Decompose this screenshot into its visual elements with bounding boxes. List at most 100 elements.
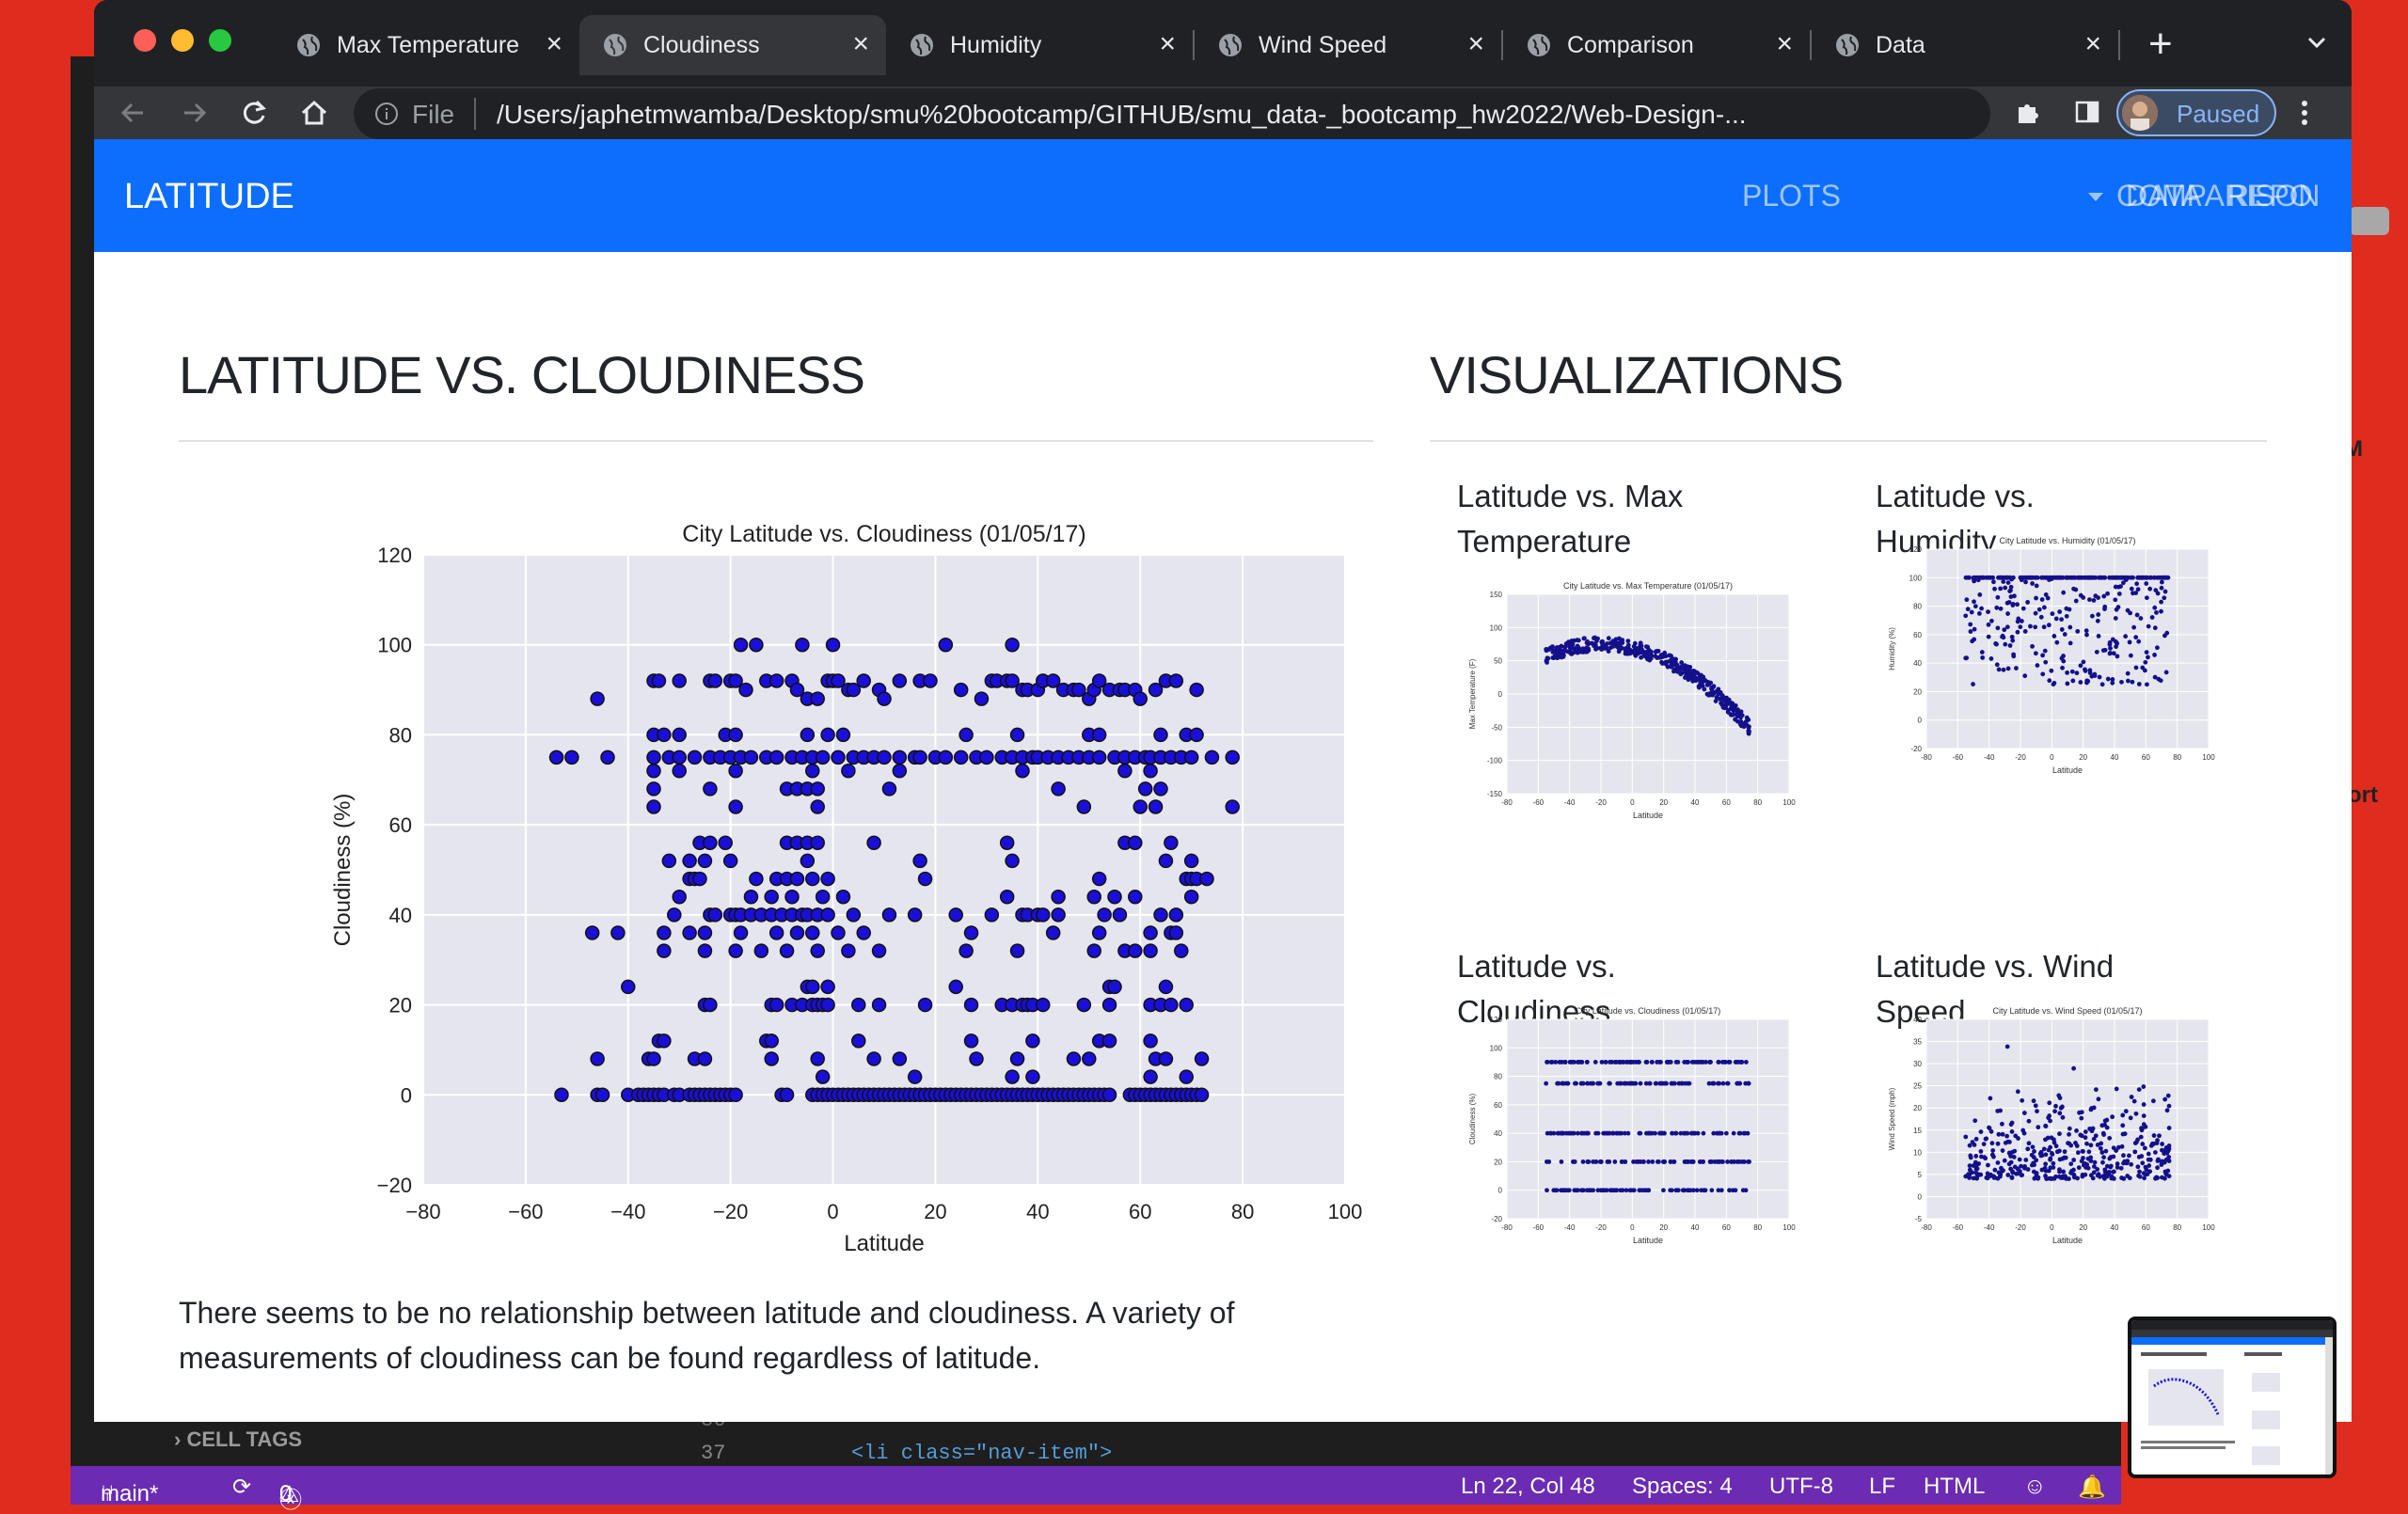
close-tab-icon[interactable]: ×	[1776, 28, 1793, 60]
close-tab-icon[interactable]: ×	[1467, 28, 1484, 60]
thumb-point	[2083, 668, 2088, 673]
cloudiness-thumbnail[interactable]: City Latitude vs. Cloudiness (01/05/17) 1…	[1460, 999, 1883, 1285]
language-status[interactable]: HTML	[1924, 1474, 1985, 1500]
new-tab-button[interactable]: +	[2148, 21, 2173, 68]
nav-data[interactable]: DATA	[2126, 179, 2202, 213]
tab-search-chevron-icon[interactable]	[2305, 30, 2329, 55]
data-point	[1168, 907, 1184, 923]
thumb-point	[2079, 1110, 2084, 1115]
tab-label: Max Temperature	[337, 32, 520, 58]
tab-data[interactable]: Data ×	[1812, 15, 2120, 75]
thumb-point	[2113, 597, 2118, 603]
data-point	[1009, 943, 1025, 958]
address-bar[interactable]: File /Users/japhetmwamba/Desktop/smu%20b…	[354, 88, 2212, 139]
feedback-icon[interactable]: ☺	[2023, 1474, 2047, 1500]
reload-icon[interactable]	[233, 92, 275, 134]
thumb-point	[2162, 1096, 2168, 1102]
indentation-status[interactable]: Spaces: 4	[1632, 1474, 1733, 1500]
minimize-window-button[interactable]	[171, 29, 194, 52]
sync-icon[interactable]: ⟳	[232, 1474, 251, 1501]
data-point	[728, 943, 743, 958]
nav-repo[interactable]: REPO	[2227, 179, 2313, 213]
thumb-point	[2015, 1089, 2020, 1095]
thumb-point	[1638, 1130, 1643, 1136]
max-temperature-thumbnail[interactable]: City Latitude vs. Max Temperature (01/05…	[1460, 574, 1883, 860]
data-point	[1051, 781, 1066, 796]
thumb-point	[2035, 1109, 2039, 1114]
home-icon[interactable]	[293, 92, 335, 134]
humidity-thumbnail[interactable]: City Latitude vs. Humidity (01/05/17) 120…	[1879, 528, 2303, 814]
close-tab-icon[interactable]: ×	[546, 28, 562, 60]
maximize-window-button[interactable]	[209, 29, 231, 52]
encoding-status[interactable]: UTF-8	[1769, 1474, 1833, 1500]
dropdown-caret-icon[interactable]	[2088, 193, 2103, 201]
nav-plots-dropdown[interactable]: PLOTS	[1742, 179, 1841, 213]
data-point	[1194, 1051, 1210, 1066]
thumb-point	[1576, 638, 1581, 643]
thumb-point	[2123, 1109, 2129, 1114]
y-tick-label: −20	[377, 1174, 412, 1197]
close-tab-icon[interactable]: ×	[2084, 28, 2101, 60]
thumb-point	[2040, 671, 2046, 677]
data-point	[953, 682, 969, 698]
data-point	[1143, 1033, 1158, 1049]
kebab-menu-icon[interactable]	[2299, 98, 2310, 128]
thumb-point	[2034, 595, 2038, 601]
close-tab-icon[interactable]: ×	[1159, 28, 1176, 60]
tab-comparison[interactable]: Comparison ×	[1503, 15, 1812, 75]
globe-icon	[604, 34, 626, 56]
thumb-point	[2140, 1142, 2146, 1146]
thumb-point	[2062, 632, 2067, 637]
thumb-point	[2152, 625, 2158, 631]
thumb-x-tick: -40	[1564, 1223, 1576, 1232]
browser-window: Max Temperature × Cloudiness × Humidity …	[94, 0, 2352, 1422]
eol-status[interactable]: LF	[1869, 1474, 1895, 1500]
wind-speed-thumbnail[interactable]: City Latitude vs. Wind Speed (01/05/17) 4…	[1879, 999, 2303, 1285]
tab-wind-speed[interactable]: Wind Speed ×	[1195, 15, 1503, 75]
bell-icon[interactable]: 🔔	[2078, 1474, 2106, 1501]
cursor-position[interactable]: Ln 22, Col 48	[1461, 1474, 1595, 1500]
thumb-point	[1724, 701, 1729, 706]
cell-tags-section[interactable]: › CELL TAGS	[174, 1427, 302, 1452]
thumb-point	[1709, 685, 1714, 690]
url-text[interactable]: /Users/japhetmwamba/Desktop/smu%20bootca…	[497, 100, 1747, 130]
data-point	[963, 1033, 979, 1049]
close-window-button[interactable]	[134, 29, 156, 52]
info-icon[interactable]	[374, 102, 399, 126]
thumb-point	[2026, 575, 2032, 580]
thumb-point	[2162, 595, 2167, 601]
tab-cloudiness[interactable]: Cloudiness ×	[579, 15, 886, 75]
thumb-x-tick: 80	[1753, 798, 1762, 807]
x-tick-label: 100	[1328, 1200, 1363, 1223]
thumb-point	[1972, 604, 1978, 609]
tab-max-temperature[interactable]: Max Temperature ×	[273, 15, 581, 75]
forward-arrow-icon[interactable]	[173, 92, 214, 134]
thumb-point	[1995, 625, 2001, 631]
viz-title-max-temperature[interactable]: Latitude vs. Max Temperature	[1457, 474, 1739, 564]
profile-button[interactable]: Paused	[2116, 89, 2276, 136]
tab-humidity[interactable]: Humidity ×	[886, 15, 1195, 75]
back-arrow-icon[interactable]	[113, 92, 154, 134]
data-point	[728, 799, 743, 814]
thumb-point	[2011, 1155, 2017, 1159]
thumb-point	[2128, 653, 2133, 658]
data-point	[590, 1051, 605, 1066]
window-preview-thumbnail[interactable]	[2128, 1317, 2337, 1478]
side-panel-icon[interactable]	[2073, 98, 2101, 126]
extensions-puzzle-icon[interactable]	[2013, 98, 2043, 128]
thumb-point	[1991, 579, 1996, 585]
thumb-point	[1641, 650, 1647, 654]
thumb-point	[2081, 595, 2086, 600]
close-tab-icon[interactable]: ×	[852, 28, 869, 60]
thumb-point	[2084, 1141, 2089, 1146]
thumb-point	[2041, 605, 2047, 610]
tab-separator	[2118, 30, 2120, 60]
data-point	[749, 871, 764, 887]
navbar-brand[interactable]: LATITUDE	[124, 177, 294, 217]
status-bar: ⑂ main* ⟳ ⓧ 0 ⚠ 0 Ln 22, Col 48 Spaces: …	[71, 1466, 2121, 1513]
thumb-y-tick: -5	[1915, 1215, 1923, 1223]
thumb-point	[2137, 1169, 2142, 1175]
data-point	[810, 799, 825, 814]
data-point	[1183, 889, 1199, 905]
data-point	[1009, 1051, 1025, 1066]
